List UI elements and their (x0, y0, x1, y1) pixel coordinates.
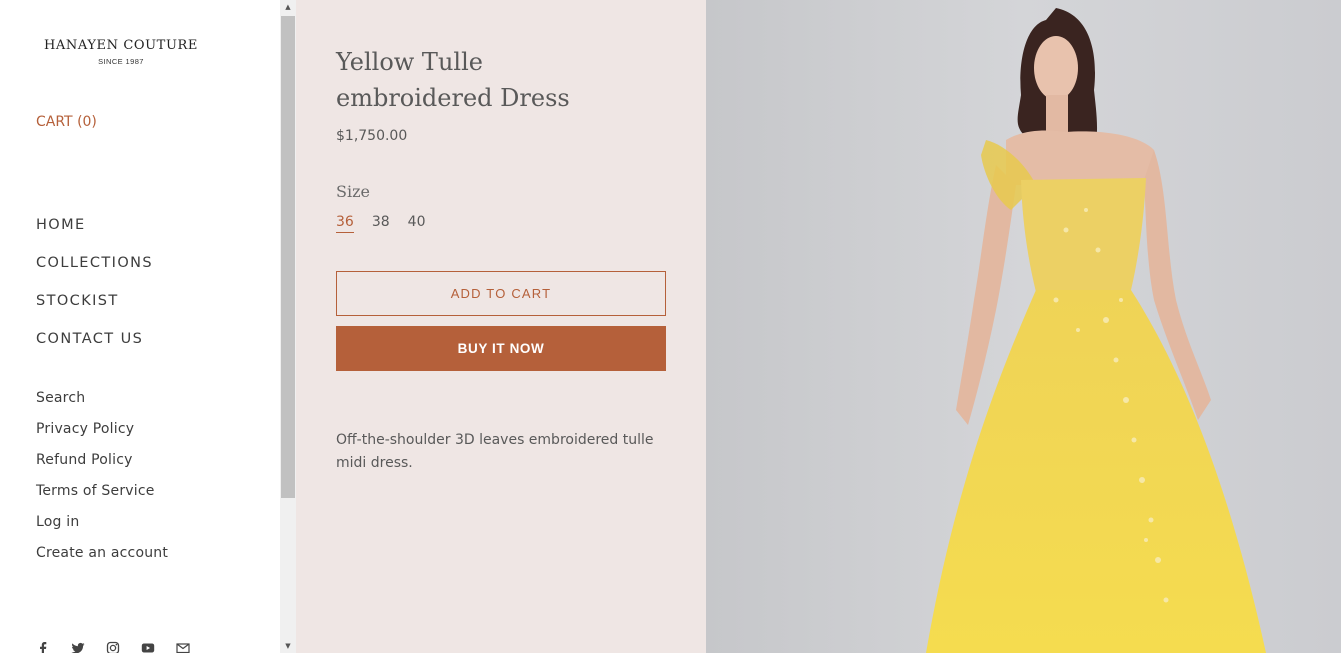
nav-item-contact-us[interactable]: CONTACT US (36, 330, 153, 368)
brand-logo[interactable]: HANAYEN COUTURE SINCE 1987 (36, 38, 206, 66)
nav-item-search[interactable]: Search (36, 389, 168, 420)
size-option-40[interactable]: 40 (408, 214, 426, 233)
nav-item-stockist[interactable]: STOCKIST (36, 292, 153, 330)
nav-item-terms-of-service[interactable]: Terms of Service (36, 482, 168, 513)
product-photo[interactable] (706, 0, 1341, 653)
twitter-icon[interactable] (71, 640, 88, 653)
youtube-icon[interactable] (141, 640, 158, 653)
product-info-panel: Yellow Tulle embroidered Dress $1,750.00… (296, 0, 706, 653)
social-links (36, 640, 193, 653)
logo-tagline: SINCE 1987 (98, 57, 144, 66)
cart-link[interactable]: CART (0) (36, 114, 97, 130)
dress-model-image (706, 0, 1341, 653)
nav-item-collections[interactable]: COLLECTIONS (36, 254, 153, 292)
email-icon[interactable] (176, 640, 193, 653)
scrollbar-thumb[interactable] (281, 16, 295, 498)
scroll-up-arrow-icon[interactable]: ▲ (280, 0, 296, 14)
instagram-icon[interactable] (106, 640, 123, 653)
buy-it-now-button[interactable]: BUY IT NOW (336, 326, 666, 371)
product-price: $1,750.00 (336, 128, 408, 144)
secondary-nav: Search Privacy Policy Refund Policy Term… (36, 389, 168, 575)
size-option-38[interactable]: 38 (372, 214, 390, 233)
product-title: Yellow Tulle embroidered Dress (336, 48, 570, 112)
main-nav: HOME COLLECTIONS STOCKIST CONTACT US (36, 216, 153, 368)
sidebar: HANAYEN COUTURE SINCE 1987 CART (0) HOME… (0, 0, 280, 653)
facebook-icon[interactable] (36, 640, 53, 653)
product-description: Off-the-shoulder 3D leaves embroidered t… (336, 432, 654, 471)
nav-item-log-in[interactable]: Log in (36, 513, 168, 544)
sidebar-scrollbar[interactable]: ▲ ▼ (280, 0, 296, 653)
size-label: Size (336, 182, 370, 201)
size-option-36[interactable]: 36 (336, 214, 354, 233)
add-to-cart-button[interactable]: ADD TO CART (336, 271, 666, 316)
nav-item-home[interactable]: HOME (36, 216, 153, 254)
nav-item-privacy-policy[interactable]: Privacy Policy (36, 420, 168, 451)
scroll-down-arrow-icon[interactable]: ▼ (280, 639, 296, 653)
logo-brand-name: HANAYEN COUTURE (43, 38, 198, 53)
nav-item-refund-policy[interactable]: Refund Policy (36, 451, 168, 482)
size-options: 36 38 40 (336, 214, 443, 233)
nav-item-create-account[interactable]: Create an account (36, 544, 168, 575)
